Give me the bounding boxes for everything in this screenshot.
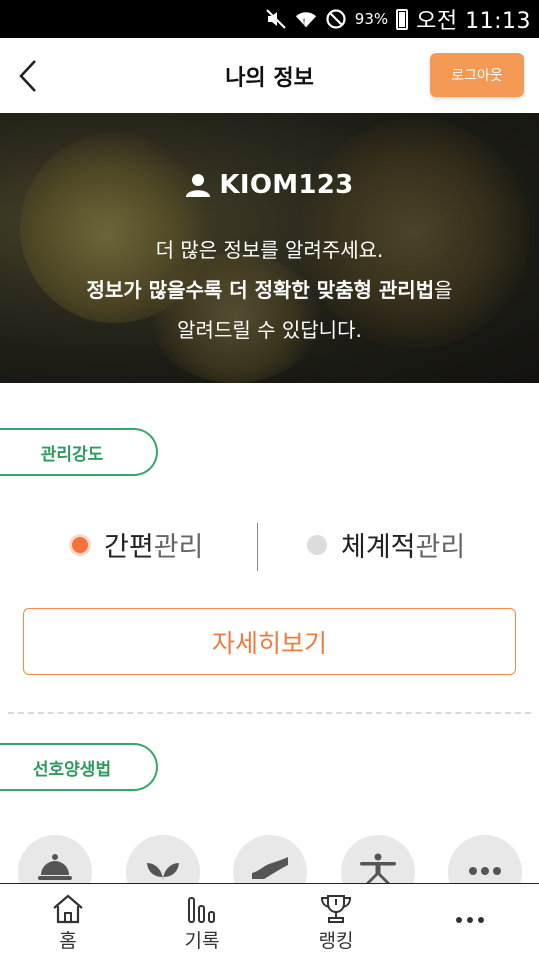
care-item-herb[interactable] — [126, 835, 200, 883]
radio-unselected-icon — [307, 534, 327, 555]
app-header: 나의 정보 로그아웃 — [0, 38, 539, 113]
radio-label: 체계적관리 — [341, 525, 465, 564]
nav-label: 홈 — [59, 930, 77, 952]
more-dots-icon — [456, 917, 484, 923]
status-bar: ! 93% 오전 11:13 — [0, 0, 539, 38]
care-item-more[interactable] — [448, 835, 522, 883]
clock: 오전 11:13 — [416, 9, 531, 34]
hero-message-line2: 정보가 많을수록 더 정확한 맞춤형 관리법을 — [0, 278, 539, 302]
hero-message-bold: 정보가 많을수록 더 정확한 맞춤형 관리법 — [86, 278, 435, 302]
exercise-pose-icon — [360, 853, 396, 883]
hero-message-line1: 더 많은 정보를 알려주세요. — [155, 238, 384, 262]
section-divider — [8, 712, 531, 714]
radio-label-light: 관리 — [415, 532, 466, 563]
radio-simple-management[interactable]: 간편관리 — [70, 525, 203, 564]
radio-label-strong: 간편 — [104, 532, 154, 563]
logout-button[interactable]: 로그아웃 — [430, 53, 524, 97]
radio-systematic-management[interactable]: 체계적관리 — [307, 525, 465, 564]
management-radio-group: 간편관리 체계적관리 — [0, 515, 539, 575]
nav-icon-wrap — [51, 884, 85, 924]
herb-leaf-icon — [147, 863, 179, 881]
hand-care-icon — [252, 857, 288, 879]
nav-ranking[interactable]: 랭킹 — [269, 884, 403, 959]
care-item-food[interactable] — [18, 835, 92, 883]
bar-chart-icon — [188, 897, 215, 923]
section-tag-preferred-care: 선호양생법 — [0, 743, 158, 791]
bottom-nav: 홈 기록 랭킹 — [0, 883, 539, 959]
radio-label-strong: 체계적 — [341, 532, 416, 563]
nav-icon-wrap — [319, 884, 353, 924]
hero-content: KIOM123 더 많은 정보를 알려주세요. 정보가 많을수록 더 정확한 맞… — [0, 113, 539, 383]
profile-hero: KIOM123 더 많은 정보를 알려주세요. 정보가 많을수록 더 정확한 맞… — [0, 113, 539, 383]
nav-home[interactable]: 홈 — [1, 884, 135, 959]
care-method-row — [0, 835, 539, 883]
care-item-hand-care[interactable] — [233, 835, 307, 883]
user-row: KIOM123 — [0, 170, 539, 200]
section-tag-management: 관리강도 — [0, 428, 158, 476]
nav-icon-wrap — [187, 884, 217, 924]
more-dots-icon — [469, 867, 501, 875]
food-cloche-icon — [38, 854, 72, 880]
nav-label: 랭킹 — [318, 930, 354, 952]
radio-selected-icon — [72, 536, 88, 553]
no-signal-icon — [325, 8, 347, 30]
nav-more[interactable] — [403, 884, 537, 959]
user-icon — [186, 174, 211, 197]
battery-percent: 93% — [354, 10, 389, 28]
wifi-icon: ! — [295, 8, 317, 30]
radio-divider — [257, 523, 258, 571]
trophy-icon — [320, 895, 352, 923]
username: KIOM123 — [219, 170, 354, 200]
hero-message-tail: 을 — [434, 278, 453, 302]
view-details-button[interactable]: 자세히보기 — [23, 608, 516, 675]
nav-label: 기록 — [184, 930, 220, 952]
nav-icon-wrap — [454, 884, 486, 924]
care-item-exercise[interactable] — [341, 835, 415, 883]
mute-icon — [265, 8, 287, 30]
radio-label: 간편관리 — [104, 525, 203, 564]
radio-label-light: 관리 — [153, 532, 204, 563]
home-icon — [53, 894, 83, 924]
hero-message-line3: 알려드릴 수 있답니다. — [177, 318, 362, 342]
svg-text:!: ! — [302, 17, 305, 27]
nav-record[interactable]: 기록 — [135, 884, 269, 959]
battery-icon — [396, 8, 409, 30]
